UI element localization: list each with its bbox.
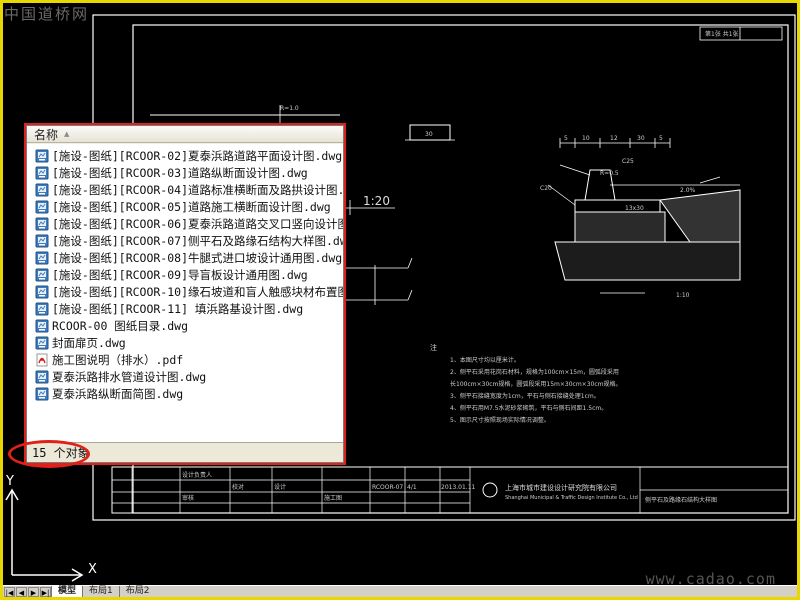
dwg-file-icon bbox=[35, 217, 49, 231]
file-list-item[interactable]: 封面扉页.dwg bbox=[27, 334, 343, 351]
scale-label: 1:20 bbox=[363, 194, 390, 208]
dwg-file-icon bbox=[35, 251, 49, 265]
tab-layout-1[interactable]: 布局1 bbox=[82, 586, 119, 597]
dim-30b: 30 bbox=[637, 135, 645, 142]
titleblock-cell-3: 校对 bbox=[232, 483, 244, 491]
dwg-file-icon bbox=[35, 302, 49, 316]
tab-model[interactable]: 模型 bbox=[51, 586, 83, 597]
prev-tab-button[interactable]: ◀ bbox=[16, 586, 27, 597]
dwg-file-icon bbox=[35, 336, 49, 350]
titleblock-cell-2: 审核 bbox=[182, 494, 194, 502]
dwg-file-icon bbox=[35, 268, 49, 282]
next-tab-button[interactable]: ▶ bbox=[28, 586, 39, 597]
file-name: [施设-图纸][RCOOR-07]侧平石及路缘石结构大样图.dw bbox=[52, 233, 343, 248]
company-name: 上海市城市建设设计研究院有限公司 bbox=[505, 483, 617, 492]
file-list-item[interactable]: [施设-图纸][RCOOR-06]夏泰浜路道路交叉口竖向设计图 bbox=[27, 215, 343, 232]
dim-10: 10 bbox=[582, 135, 590, 142]
note-line-3: 长100cm×30cm规格，圆弧段采用15m×30cm×30cm规格。 bbox=[450, 380, 622, 388]
file-name: [施设-图纸][RCOOR-11] 填浜路基设计图.dwg bbox=[52, 301, 304, 316]
pdf-file-icon bbox=[35, 353, 49, 367]
note-line-4: 3、侧平石接缝宽度为1cm，平石与侧石接缝处理1cm。 bbox=[450, 392, 600, 400]
file-name: [施设-图纸][RCOOR-02]夏泰浜路道路平面设计图.dwg bbox=[52, 148, 343, 163]
ucs-icon: Y X bbox=[5, 474, 97, 582]
dwg-file-icon bbox=[35, 234, 49, 248]
file-list-item[interactable]: [施设-图纸][RCOOR-03]道路纵断面设计图.dwg bbox=[27, 164, 343, 181]
column-header-name[interactable]: 名称 ▲ bbox=[27, 126, 343, 143]
note-line-5: 4、侧平石用M7.5水泥砂浆砌筑，平石与侧石间距1.5cm。 bbox=[450, 404, 607, 412]
dwg-file-icon bbox=[35, 285, 49, 299]
titleblock-cell-6: 4/1 bbox=[407, 484, 417, 491]
watermark-top: 中国道桥网 bbox=[4, 5, 90, 23]
highlight-ellipse bbox=[8, 440, 90, 468]
file-name: [施设-图纸][RCOOR-06]夏泰浜路道路交叉口竖向设计图 bbox=[52, 216, 343, 231]
dwg-file-icon bbox=[35, 200, 49, 214]
file-name: RCOOR-00 图纸目录.dwg bbox=[52, 318, 189, 333]
file-list-item[interactable]: [施设-图纸][RCOOR-07]侧平石及路缘石结构大样图.dw bbox=[27, 232, 343, 249]
file-name: [施设-图纸][RCOOR-05]道路施工横断面设计图.dwg bbox=[52, 199, 331, 214]
file-list-item[interactable]: [施设-图纸][RCOOR-08]牛腿式进口坡设计通用图.dwg bbox=[27, 249, 343, 266]
dim-5b: 5 bbox=[659, 135, 663, 142]
column-header-label: 名称 bbox=[34, 127, 59, 142]
note-line-6: 5、图示尺寸按照现场实际情况调整。 bbox=[450, 416, 550, 424]
c20-label: C20 bbox=[540, 185, 552, 192]
dwg-file-icon bbox=[35, 319, 49, 333]
file-name: 夏泰浜路排水管道设计图.dwg bbox=[52, 369, 207, 384]
dim-r5-label: R=0.5 bbox=[600, 170, 619, 177]
file-list-item[interactable]: RCOOR-00 图纸目录.dwg bbox=[27, 317, 343, 334]
drawing-title: 侧平石及路缘石结构大样图 bbox=[645, 496, 717, 504]
file-list-item[interactable]: [施设-图纸][RCOOR-02]夏泰浜路道路平面设计图.dwg bbox=[27, 147, 343, 164]
file-explorer-panel[interactable]: 名称 ▲ [施设-图纸][RCOOR-02]夏泰浜路道路平面设计图.dwg [施设… bbox=[24, 123, 346, 465]
file-name: 夏泰浜路纵断面简图.dwg bbox=[52, 386, 184, 401]
file-list-item[interactable]: [施设-图纸][RCOOR-04]道路标准横断面及路拱设计图. bbox=[27, 181, 343, 198]
dwg-file-icon bbox=[35, 183, 49, 197]
sheet-number-label: 第1张 共1张 bbox=[705, 30, 739, 38]
dim-5a: 5 bbox=[564, 135, 568, 142]
dwg-file-icon bbox=[35, 387, 49, 401]
first-tab-button[interactable]: |◀ bbox=[4, 586, 15, 597]
dim-r-label: R=1.0 bbox=[280, 105, 299, 112]
titleblock-cell-8: 施工图 bbox=[324, 494, 342, 502]
file-name: [施设-图纸][RCOOR-08]牛腿式进口坡设计通用图.dwg bbox=[52, 250, 343, 265]
layout-tab-bar: |◀ ◀ ▶ ▶| 模型 布局1 布局2 bbox=[3, 585, 797, 597]
file-list-item[interactable]: 施工图说明（排水）.pdf bbox=[27, 351, 343, 368]
tab-layout-2[interactable]: 布局2 bbox=[118, 586, 156, 597]
titleblock-cell-1: 设计负责人 bbox=[182, 471, 212, 479]
titleblock-cell-7: RCOOR-07 bbox=[372, 484, 403, 491]
scale-small-label: 1:10 bbox=[676, 292, 690, 299]
dwg-file-icon bbox=[35, 149, 49, 163]
file-list-item[interactable]: 夏泰浜路纵断面简图.dwg bbox=[27, 385, 343, 402]
company-name-en: Shanghai Municipal & Traffic Design Inst… bbox=[505, 495, 638, 501]
curb-section-detail: 5 10 12 30 5 2.0% 13x30 R=0.5 C25 C20 1:… bbox=[540, 135, 741, 299]
titleblock-cell-5: 2013.01.11 bbox=[441, 484, 476, 491]
last-tab-button[interactable]: ▶| bbox=[40, 586, 51, 597]
dwg-file-icon bbox=[35, 370, 49, 384]
slope-label: 2.0% bbox=[680, 187, 696, 194]
file-list-item[interactable]: [施设-图纸][RCOOR-10]缘石坡道和盲人触感块材布置图 bbox=[27, 283, 343, 300]
dim-size-label: 13x30 bbox=[625, 205, 644, 212]
titleblock-cell-4: 设计 bbox=[274, 483, 286, 491]
c25-label: C25 bbox=[622, 158, 634, 165]
file-name: [施设-图纸][RCOOR-04]道路标准横断面及路拱设计图. bbox=[52, 182, 343, 197]
file-name: [施设-图纸][RCOOR-10]缘石坡道和盲人触感块材布置图 bbox=[52, 284, 343, 299]
file-list-item[interactable]: 夏泰浜路排水管道设计图.dwg bbox=[27, 368, 343, 385]
file-name: [施设-图纸][RCOOR-09]导盲板设计通用图.dwg bbox=[52, 267, 308, 282]
file-name: 封面扉页.dwg bbox=[52, 335, 126, 350]
dwg-file-icon bbox=[35, 166, 49, 180]
notes-title: 注 bbox=[430, 343, 437, 352]
file-name: 施工图说明（排水）.pdf bbox=[52, 352, 184, 367]
note-line-1: 1、本图尺寸均以厘米计。 bbox=[450, 356, 520, 364]
dim-12: 12 bbox=[610, 135, 618, 142]
file-list[interactable]: [施设-图纸][RCOOR-02]夏泰浜路道路平面设计图.dwg [施设-图纸][… bbox=[27, 144, 343, 442]
note-line-2: 2、侧平石采用花岗石材料，规格为100cm×15m，圆弧段采用 bbox=[450, 368, 619, 376]
file-name: [施设-图纸][RCOOR-03]道路纵断面设计图.dwg bbox=[52, 165, 308, 180]
file-list-item[interactable]: [施设-图纸][RCOOR-09]导盲板设计通用图.dwg bbox=[27, 266, 343, 283]
dim-30-label: 30 bbox=[425, 131, 433, 138]
file-list-item[interactable]: [施设-图纸][RCOOR-05]道路施工横断面设计图.dwg bbox=[27, 198, 343, 215]
file-list-item[interactable]: [施设-图纸][RCOOR-11] 填浜路基设计图.dwg bbox=[27, 300, 343, 317]
svg-text:Y: Y bbox=[5, 474, 14, 489]
svg-text:X: X bbox=[88, 562, 97, 577]
sort-ascending-icon: ▲ bbox=[64, 130, 70, 138]
